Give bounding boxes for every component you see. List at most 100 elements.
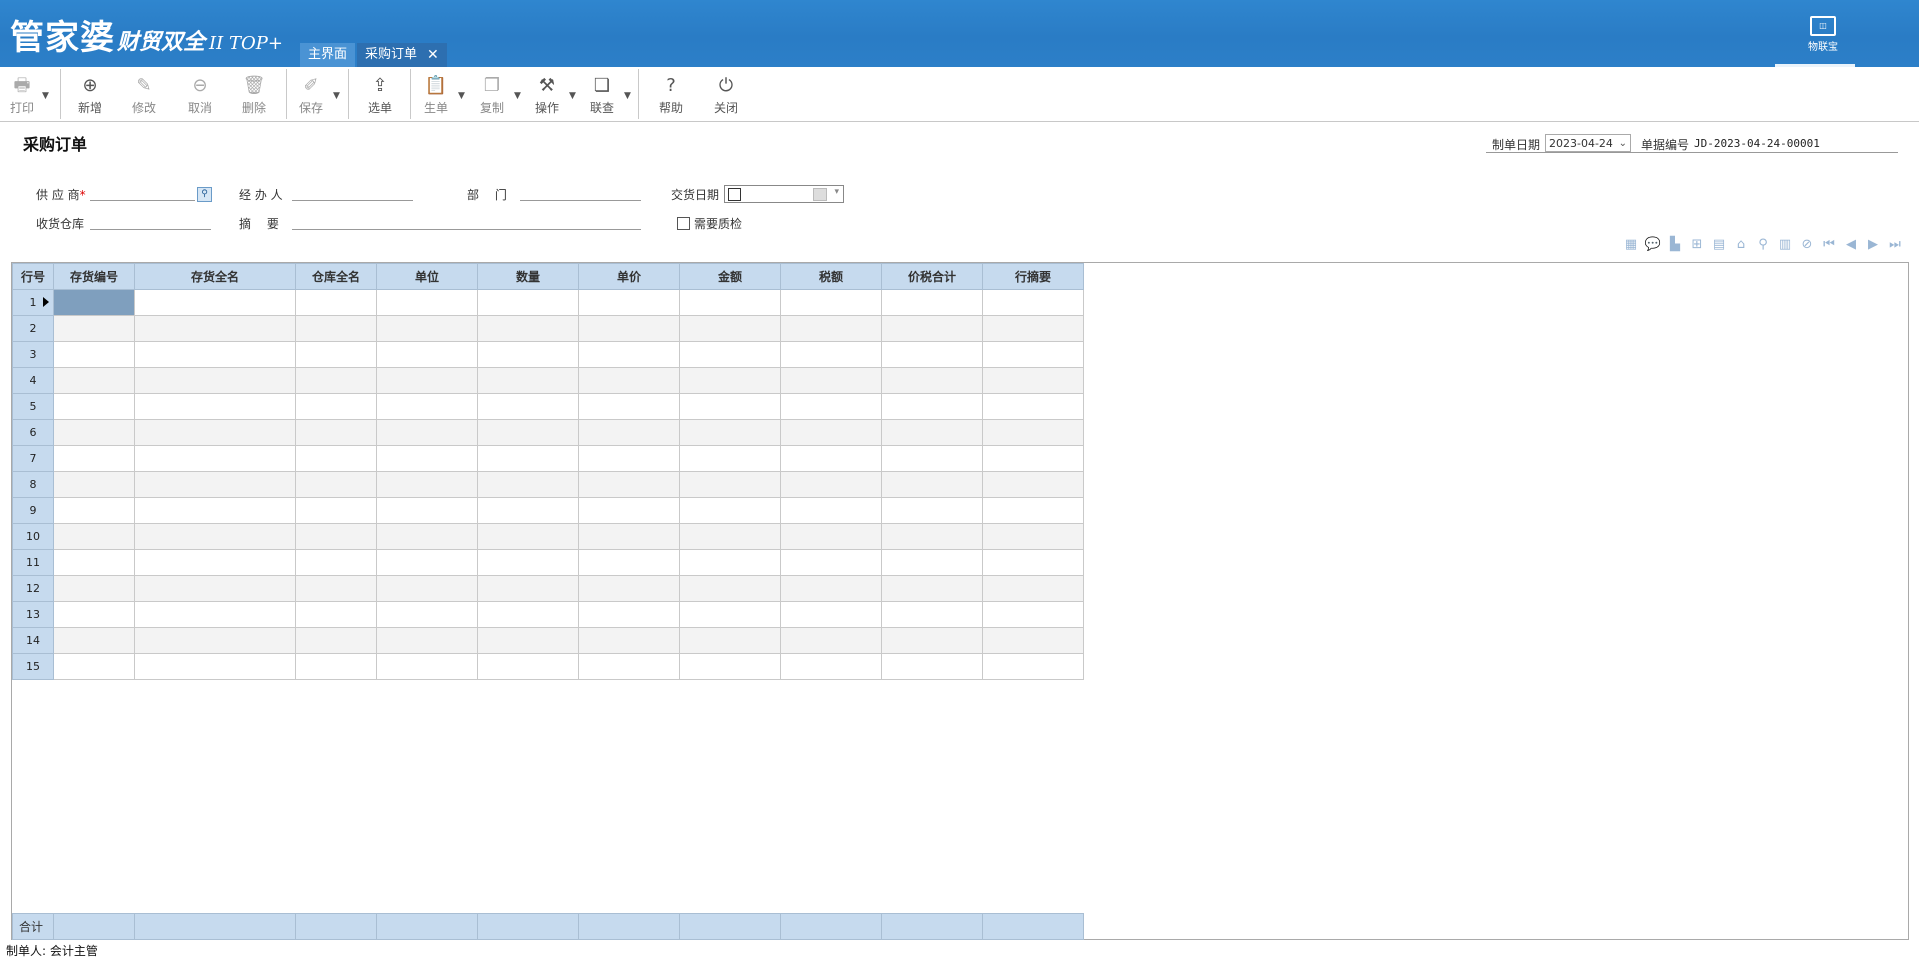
grid-cell[interactable] xyxy=(53,419,135,446)
edit-button[interactable]: ✎ 修改 xyxy=(122,75,166,116)
grid-cell[interactable] xyxy=(982,523,1084,550)
grid-cell[interactable] xyxy=(982,445,1084,472)
grid-cell[interactable] xyxy=(780,289,882,316)
grid-cell[interactable] xyxy=(134,419,296,446)
row-number[interactable]: 13 xyxy=(12,601,54,628)
grid-cell[interactable] xyxy=(578,497,680,524)
grid-cell[interactable] xyxy=(376,367,478,394)
grid-cell[interactable] xyxy=(982,419,1084,446)
grid-cell[interactable] xyxy=(780,419,882,446)
grid-cell[interactable] xyxy=(780,445,882,472)
link-query-dropdown-icon[interactable]: ▼ xyxy=(624,91,631,101)
row-number[interactable]: 5 xyxy=(12,393,54,420)
org-chart-icon[interactable]: ⊞ xyxy=(1688,236,1706,254)
next-icon[interactable]: ▶ xyxy=(1864,236,1882,254)
grid-cell[interactable] xyxy=(881,523,983,550)
grid-cell[interactable] xyxy=(53,497,135,524)
grid-cell[interactable] xyxy=(134,393,296,420)
help-button[interactable]: ? 帮助 xyxy=(649,75,693,116)
grid-cell[interactable] xyxy=(376,393,478,420)
column-header[interactable]: 仓库全名 xyxy=(295,263,377,290)
save-dropdown-icon[interactable]: ▼ xyxy=(333,91,340,101)
grid-cell[interactable] xyxy=(53,601,135,628)
grid-cell[interactable] xyxy=(881,445,983,472)
row-number[interactable]: 4 xyxy=(12,367,54,394)
grid-cell[interactable] xyxy=(679,549,781,576)
grid-cell[interactable] xyxy=(134,471,296,498)
grid-cell[interactable] xyxy=(780,315,882,342)
grid-cell[interactable] xyxy=(53,367,135,394)
grid-cell[interactable] xyxy=(295,627,377,654)
row-number[interactable]: 14 xyxy=(12,627,54,654)
cancel-button[interactable]: ⊖ 取消 xyxy=(178,75,222,116)
column-header[interactable]: 金额 xyxy=(679,263,781,290)
grid-cell[interactable] xyxy=(679,601,781,628)
search-icon[interactable]: ⚲ xyxy=(197,187,212,202)
grid-cell[interactable] xyxy=(53,289,135,316)
grid-cell[interactable] xyxy=(679,471,781,498)
qc-checkbox[interactable] xyxy=(677,217,690,230)
grid-cell[interactable] xyxy=(780,367,882,394)
grid-cell[interactable] xyxy=(53,627,135,654)
iot-button[interactable]: ◫ 物联宝 xyxy=(1805,16,1841,53)
grid-cell[interactable] xyxy=(679,315,781,342)
generate-dropdown-icon[interactable]: ▼ xyxy=(458,91,465,101)
handler-input[interactable] xyxy=(292,200,413,201)
operate-button[interactable]: ⚒ 操作 xyxy=(525,75,569,116)
grid-cell[interactable] xyxy=(578,393,680,420)
grid-cell[interactable] xyxy=(295,419,377,446)
grid-cell[interactable] xyxy=(679,445,781,472)
grid-cell[interactable] xyxy=(881,575,983,602)
grid-cell[interactable] xyxy=(376,497,478,524)
date-select[interactable]: 2023-04-24 ⌄ xyxy=(1545,134,1631,152)
grid-cell[interactable] xyxy=(53,653,135,680)
docno-field[interactable]: JD-2023-04-24-00001 xyxy=(1694,137,1820,150)
grid-cell[interactable] xyxy=(134,497,296,524)
grid-cell[interactable] xyxy=(578,419,680,446)
grid-cell[interactable] xyxy=(679,575,781,602)
row-number[interactable]: 7 xyxy=(12,445,54,472)
grid-cell[interactable] xyxy=(477,627,579,654)
warehouse-input[interactable] xyxy=(90,229,211,230)
grid-cell[interactable] xyxy=(477,315,579,342)
row-number[interactable]: 3 xyxy=(12,341,54,368)
column-header[interactable]: 存货全名 xyxy=(134,263,296,290)
grid-cell[interactable] xyxy=(679,341,781,368)
grid-cell[interactable] xyxy=(295,497,377,524)
grid-cell[interactable] xyxy=(780,601,882,628)
tab-purchase-order[interactable]: 采购订单 ✕ xyxy=(357,43,447,67)
row-number[interactable]: 15 xyxy=(12,653,54,680)
grid-cell[interactable] xyxy=(881,627,983,654)
grid-cell[interactable] xyxy=(578,523,680,550)
grid-cell[interactable] xyxy=(295,341,377,368)
grid-cell[interactable] xyxy=(477,445,579,472)
grid-cell[interactable] xyxy=(679,523,781,550)
grid-cell[interactable] xyxy=(477,289,579,316)
grid-cell[interactable] xyxy=(376,549,478,576)
grid-cell[interactable] xyxy=(477,393,579,420)
grid-cell[interactable] xyxy=(780,341,882,368)
row-number[interactable]: 8 xyxy=(12,471,54,498)
print-dropdown-icon[interactable]: ▼ xyxy=(42,91,49,101)
grid-cell[interactable] xyxy=(376,601,478,628)
copy-dropdown-icon[interactable]: ▼ xyxy=(514,91,521,101)
grid-cell[interactable] xyxy=(679,419,781,446)
grid-cell[interactable] xyxy=(780,471,882,498)
column-header[interactable]: 单价 xyxy=(578,263,680,290)
grid-cell[interactable] xyxy=(134,601,296,628)
grid-cell[interactable] xyxy=(295,575,377,602)
print-button[interactable]: 🖶 打印 xyxy=(0,75,44,116)
grid-cell[interactable] xyxy=(578,367,680,394)
grid-cell[interactable] xyxy=(477,341,579,368)
grid-cell[interactable] xyxy=(780,653,882,680)
column-header[interactable]: 行摘要 xyxy=(982,263,1084,290)
save-button[interactable]: ✐ 保存 xyxy=(289,75,333,116)
grid-cell[interactable] xyxy=(376,471,478,498)
grid-cell[interactable] xyxy=(881,367,983,394)
grid-cell[interactable] xyxy=(295,601,377,628)
grid-cell[interactable] xyxy=(881,419,983,446)
generate-button[interactable]: 📋 生单 xyxy=(414,75,458,116)
copy-button[interactable]: ❐ 复制 xyxy=(470,75,514,116)
grid-cell[interactable] xyxy=(982,627,1084,654)
column-header[interactable]: 数量 xyxy=(477,263,579,290)
